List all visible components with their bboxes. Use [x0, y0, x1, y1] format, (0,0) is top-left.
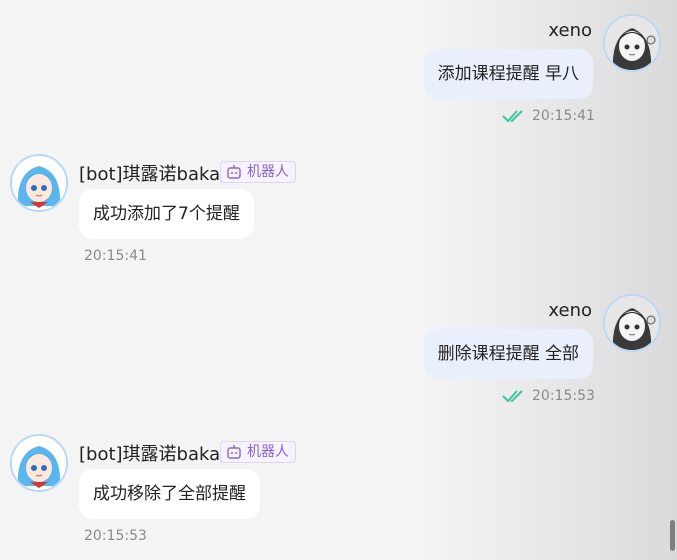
avatar-bot-image [12, 436, 66, 490]
sender-name: xeno [548, 20, 592, 41]
robot-icon [227, 165, 241, 179]
double-check-icon [502, 390, 523, 403]
message-bubble[interactable]: 添加课程提醒 早八 [423, 49, 593, 99]
message-outgoing: xeno 删除课程提醒 全部 20:15:53 [0, 280, 677, 420]
message-time: 20:15:53 [84, 528, 147, 544]
message-time: 20:15:41 [532, 108, 595, 124]
avatar-bot[interactable] [10, 154, 68, 212]
scrollbar-thumb[interactable] [670, 520, 675, 551]
avatar-bot[interactable] [10, 434, 68, 492]
avatar-bot-image [12, 156, 66, 210]
avatar-xeno[interactable] [603, 294, 661, 352]
message-time: 20:15:53 [532, 388, 595, 404]
sender-name: [bot]琪露诺baka [79, 444, 221, 465]
sender-name: [bot]琪露诺baka [79, 164, 221, 185]
message-incoming: [bot]琪露诺baka 机器人 成功移除了全部提醒 20:15:53 [0, 420, 677, 560]
message-incoming: [bot]琪露诺baka 机器人 成功添加了7个提醒 20:15:41 [0, 140, 677, 280]
message-outgoing: xeno 添加课程提醒 早八 20:15:41 [0, 0, 677, 140]
bot-tag-label: 机器人 [247, 444, 289, 460]
avatar-xeno-image [605, 16, 659, 70]
message-bubble[interactable]: 删除课程提醒 全部 [423, 329, 593, 379]
bot-tag: 机器人 [220, 441, 296, 463]
message-bubble[interactable]: 成功添加了7个提醒 [79, 189, 254, 239]
bot-tag: 机器人 [220, 161, 296, 183]
avatar-xeno[interactable] [603, 14, 661, 72]
message-bubble[interactable]: 成功移除了全部提醒 [79, 469, 260, 519]
robot-icon [227, 445, 241, 459]
avatar-xeno-image [605, 296, 659, 350]
bot-tag-label: 机器人 [247, 164, 289, 180]
double-check-icon [502, 110, 523, 123]
message-time: 20:15:41 [84, 248, 147, 264]
sender-name: xeno [548, 300, 592, 321]
